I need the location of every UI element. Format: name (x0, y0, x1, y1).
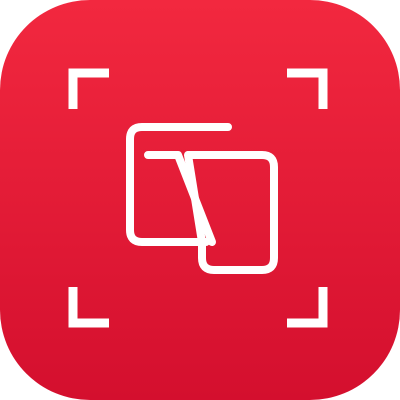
app-icon-container (0, 0, 400, 400)
scanner-app-icon[interactable] (0, 0, 400, 400)
icon-background (0, 0, 400, 400)
